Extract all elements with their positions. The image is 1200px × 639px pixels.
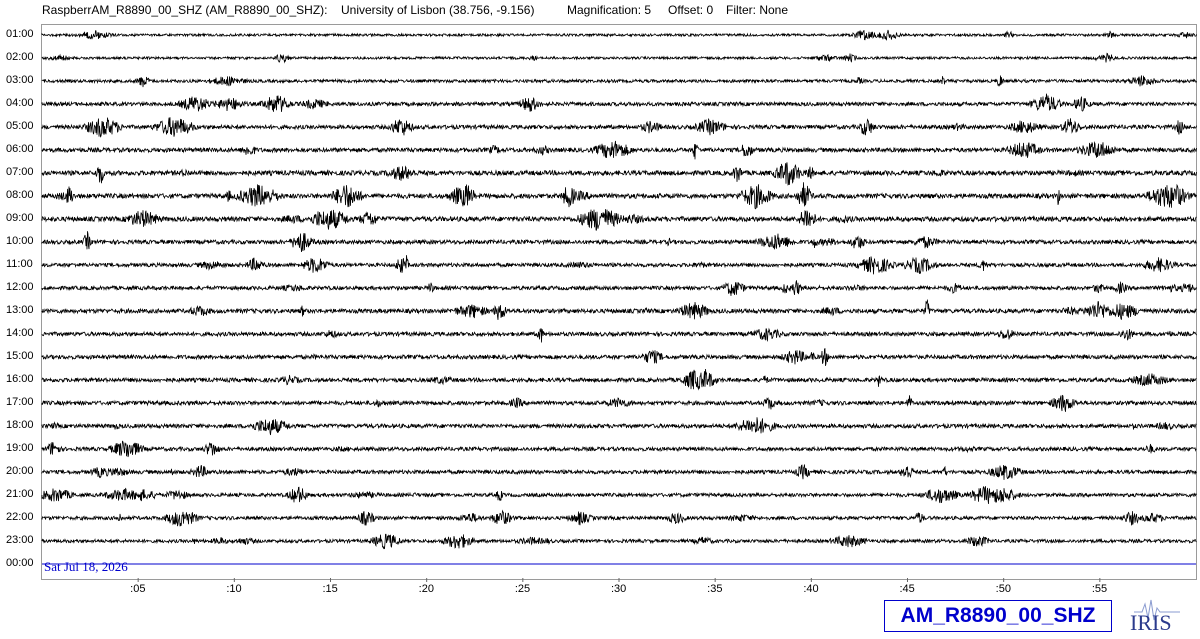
trace-line: [41, 486, 1197, 504]
trace-line: [41, 255, 1197, 275]
trace-line: [41, 464, 1197, 480]
date-stamp: Sat Jul 18, 2026: [44, 559, 128, 574]
iris-logo-text: IRIS: [1130, 610, 1172, 635]
trace-line: [41, 162, 1197, 186]
station-badge: AM_R8890_00_SHZ: [884, 600, 1112, 632]
trace-line: [41, 52, 1197, 64]
trace-line: [41, 533, 1197, 550]
trace-line: [41, 368, 1197, 391]
minute-tick-label: :40: [803, 583, 819, 595]
trace-line: [41, 298, 1197, 320]
trace-line: [41, 348, 1197, 366]
seismogram-traces: [41, 29, 1197, 582]
trace-line: [41, 117, 1197, 138]
trace-line: [41, 209, 1197, 231]
minute-tick-label: :30: [611, 583, 627, 595]
trace-line: [41, 182, 1197, 210]
minute-tick-label: :55: [1091, 583, 1108, 595]
minute-tick-label: :35: [707, 583, 723, 595]
minute-tick-label: :10: [226, 583, 242, 595]
trace-line: [41, 93, 1197, 112]
minute-tick-label: :45: [899, 583, 915, 595]
trace-line: [41, 75, 1197, 88]
minute-tick-label: :15: [322, 583, 338, 595]
minute-tick-label: :05: [130, 583, 146, 595]
iris-logo: IRIS: [1128, 596, 1186, 635]
trace-line: [41, 29, 1197, 41]
minute-tick-label: :20: [418, 583, 434, 595]
trace-line: [41, 417, 1197, 436]
trace-line: [41, 440, 1197, 458]
trace-line: [41, 509, 1197, 527]
trace-line: [41, 231, 1197, 252]
trace-line: [41, 327, 1197, 343]
trace-line: [41, 280, 1197, 296]
minute-tick-label: :50: [995, 583, 1011, 595]
trace-line: [41, 140, 1197, 160]
trace-line: [41, 394, 1197, 412]
minute-tick-label: :25: [514, 583, 531, 595]
